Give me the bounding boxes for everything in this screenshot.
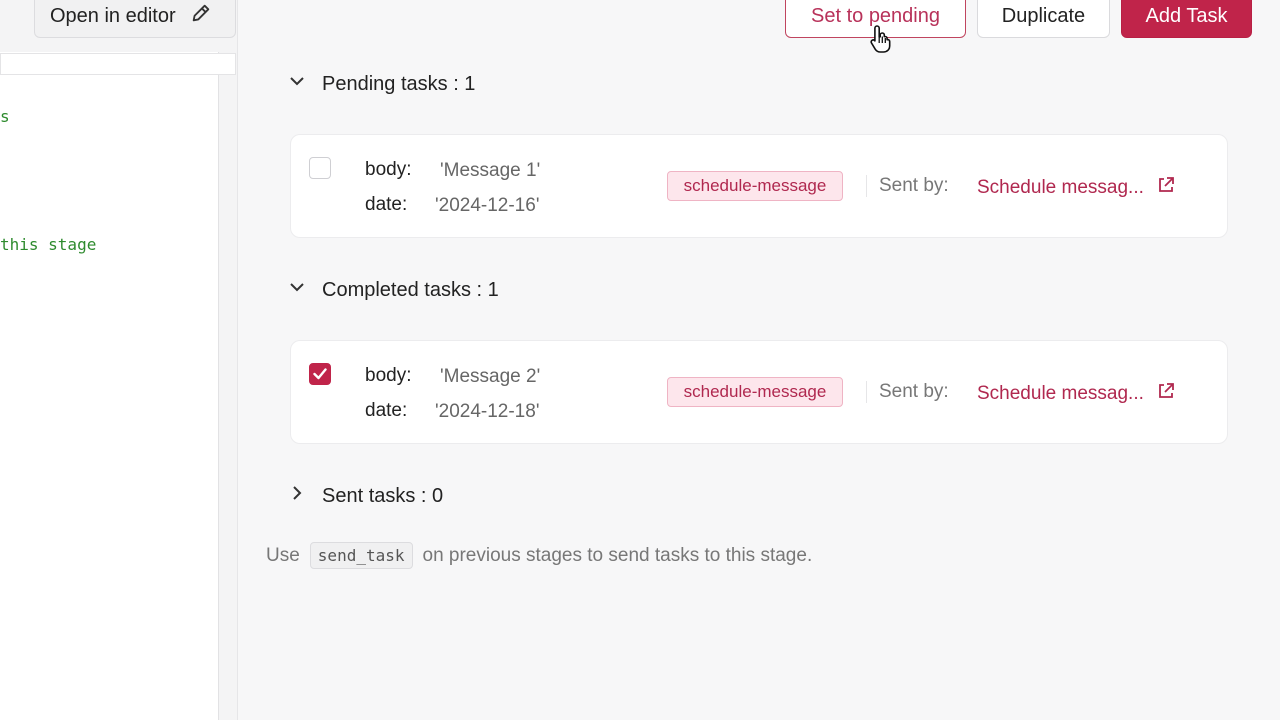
- sent-tasks-toggle[interactable]: Sent tasks : 0: [288, 484, 443, 508]
- sent-tasks-label: Sent tasks : 0: [322, 484, 444, 507]
- pending-tasks-toggle[interactable]: Pending tasks : 1: [288, 72, 475, 96]
- external-link-icon: [1156, 175, 1176, 201]
- date-key: date:: [365, 194, 408, 215]
- open-in-editor-label: Open in editor: [50, 4, 176, 27]
- hint-prefix: Use: [266, 544, 300, 566]
- task-type-badge: schedule-message: [667, 377, 843, 407]
- task-card: body: 'Message 2' date: '2024-12-18' sch…: [290, 340, 1228, 444]
- pending-tasks-label: Pending tasks : 1: [322, 72, 476, 95]
- chevron-down-icon: [288, 278, 306, 302]
- add-task-button[interactable]: Add Task: [1121, 0, 1252, 38]
- sent-by-link[interactable]: Schedule messag...: [977, 175, 1176, 201]
- divider: [866, 175, 867, 197]
- body-value: 'Message 1': [440, 160, 541, 181]
- chevron-down-icon: [288, 72, 306, 96]
- date-key: date:: [365, 400, 408, 421]
- task-type-badge: schedule-message: [667, 171, 843, 201]
- body-value: 'Message 2': [440, 366, 541, 387]
- send-task-code: send_task: [309, 542, 413, 569]
- divider: [866, 381, 867, 403]
- completed-tasks-toggle[interactable]: Completed tasks : 1: [288, 278, 499, 302]
- code-line: s: [0, 107, 10, 126]
- hand-cursor-icon: [868, 24, 896, 54]
- code-line: this stage: [0, 235, 97, 254]
- duplicate-button[interactable]: Duplicate: [977, 0, 1110, 38]
- completed-tasks-label: Completed tasks : 1: [322, 278, 499, 301]
- pencil-icon: [190, 2, 212, 30]
- date-value: '2024-12-16': [435, 195, 540, 216]
- hint-suffix: on previous stages to send tasks to this…: [422, 544, 813, 566]
- external-link-icon: [1156, 381, 1176, 407]
- task-checkbox-checked[interactable]: [309, 363, 331, 385]
- sent-by-label: Sent by:: [879, 175, 949, 196]
- date-value: '2024-12-18': [435, 401, 540, 422]
- sent-by-link[interactable]: Schedule messag...: [977, 381, 1176, 407]
- body-key: body:: [365, 365, 412, 386]
- send-task-hint: Use send_task on previous stages to send…: [266, 542, 812, 569]
- chevron-right-icon: [288, 484, 306, 508]
- body-key: body:: [365, 159, 412, 180]
- code-editor[interactable]: [0, 52, 219, 720]
- open-in-editor-button[interactable]: Open in editor: [34, 0, 236, 38]
- sent-by-label: Sent by:: [879, 381, 949, 402]
- sent-by-link-text: Schedule messag...: [977, 383, 1144, 404]
- task-card: body: 'Message 1' date: '2024-12-16' sch…: [290, 134, 1228, 238]
- task-checkbox[interactable]: [309, 157, 331, 179]
- code-editor-header: [0, 53, 236, 75]
- sent-by-link-text: Schedule messag...: [977, 177, 1144, 198]
